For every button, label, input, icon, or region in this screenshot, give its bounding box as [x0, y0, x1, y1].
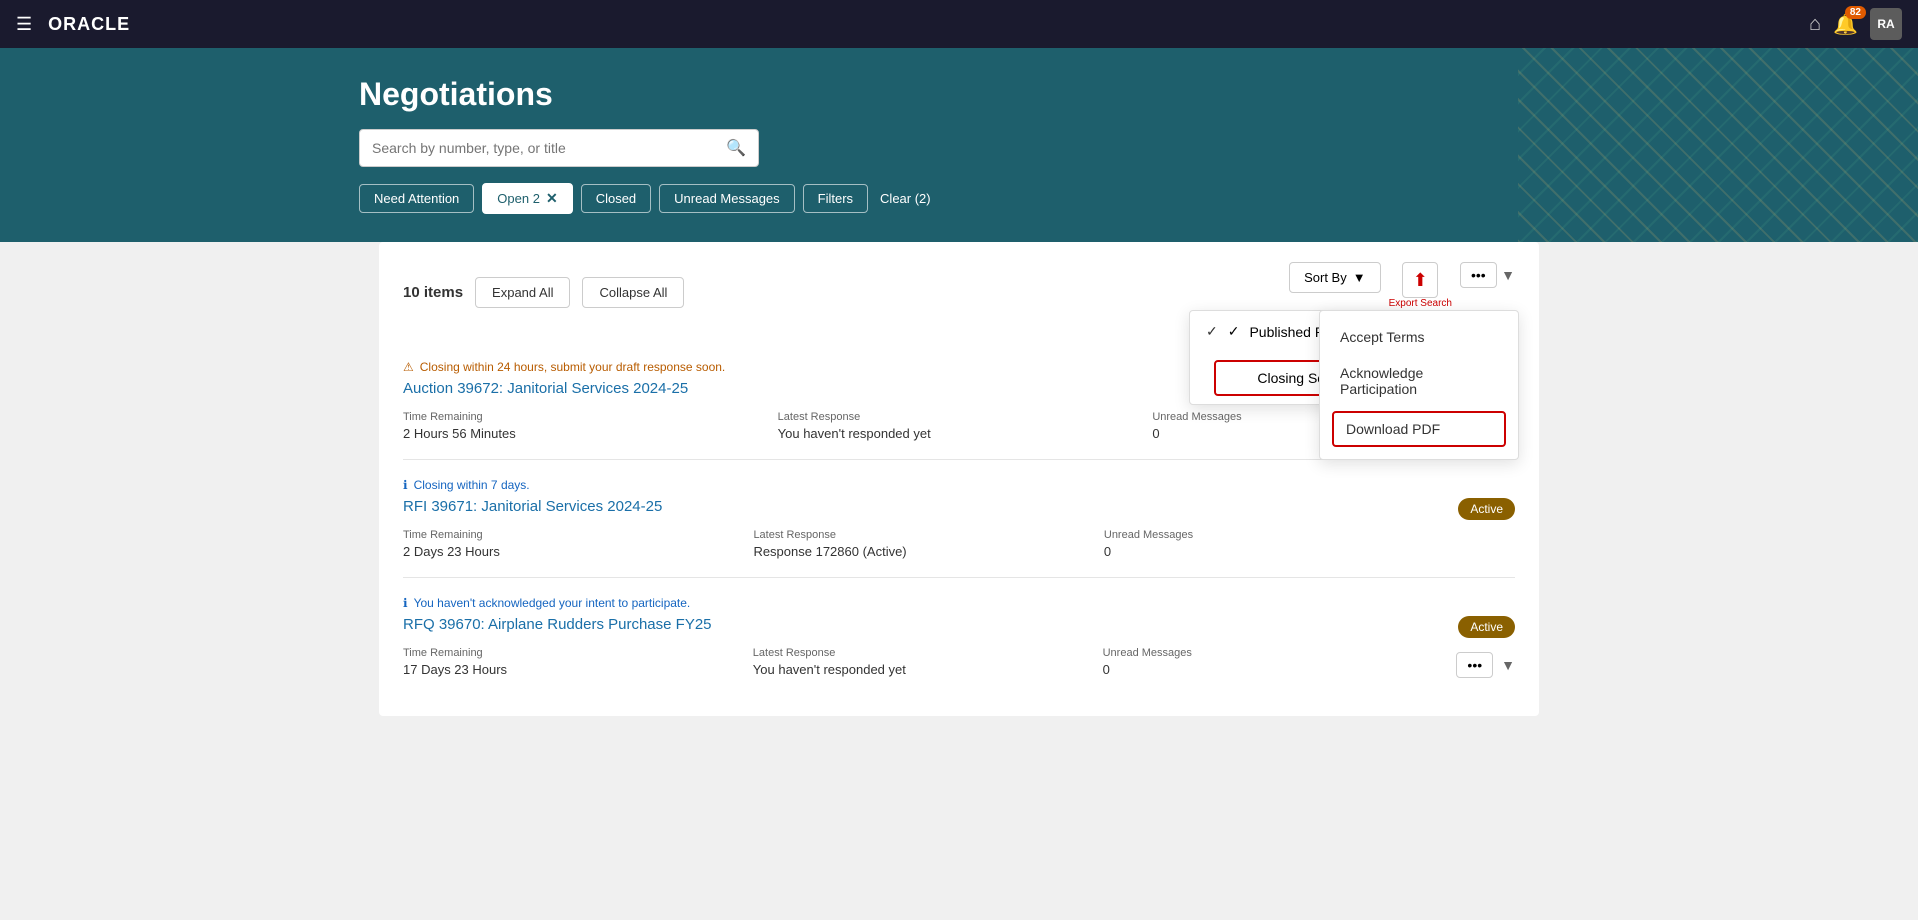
action-download-pdf[interactable]: Download PDF — [1332, 411, 1506, 447]
nav-right: ⌂ 🔔 82 RA — [1809, 8, 1902, 40]
close-open-filter-icon[interactable]: ✕ — [546, 190, 558, 207]
latest-response-label: Latest Response — [778, 411, 1141, 423]
download-arrow-icon: ⬆ — [1413, 270, 1428, 291]
main-content: 10 items Expand All Collapse All Sort By… — [359, 242, 1559, 756]
toolbar-left: 10 items Expand All Collapse All — [403, 277, 684, 308]
filter-closed[interactable]: Closed — [581, 184, 651, 213]
neg-item-header: RFI 39671: Janitorial Services 2024-25 T… — [403, 498, 1515, 559]
unread-label: Unread Messages — [1103, 647, 1441, 659]
neg-item-actions: ••• ▼ — [1456, 652, 1515, 678]
filter-row: Need Attention Open 2 ✕ Closed Unread Me… — [359, 183, 1559, 214]
warning-icon: ⚠ — [403, 360, 414, 374]
sort-by-label: Sort By — [1304, 270, 1347, 285]
actions-dropdown: Accept Terms Acknowledge Participation D… — [1319, 310, 1519, 460]
latest-response-field: Latest Response Response 172860 (Active) — [753, 529, 1091, 559]
time-remaining-value: 2 Hours 56 Minutes — [403, 426, 766, 441]
search-input[interactable] — [372, 140, 718, 156]
neg-title[interactable]: RFQ 39670: Airplane Rudders Purchase FY2… — [403, 616, 1440, 633]
info-icon: ℹ — [403, 596, 408, 610]
latest-response-field: Latest Response You haven't responded ye… — [778, 411, 1141, 441]
neg-alert-info: ℹ Closing within 7 days. — [403, 478, 1515, 492]
filter-filters[interactable]: Filters — [803, 184, 868, 213]
negotiation-item: ℹ You haven't acknowledged your intent t… — [403, 577, 1515, 696]
time-remaining-field: Time Remaining 17 Days 23 Hours — [403, 647, 741, 677]
clear-filters-button[interactable]: Clear (2) — [876, 185, 935, 212]
time-remaining-value: 2 Days 23 Hours — [403, 544, 741, 559]
sort-chevron-icon: ▼ — [1353, 270, 1366, 285]
neg-details: Time Remaining 2 Days 23 Hours Latest Re… — [403, 529, 1442, 559]
latest-response-field: Latest Response You haven't responded ye… — [753, 647, 1091, 677]
neg-details: Time Remaining 17 Days 23 Hours Latest R… — [403, 647, 1440, 677]
nav-left: ☰ ORACLE — [16, 14, 130, 35]
sort-by-button[interactable]: Sort By ▼ — [1289, 262, 1381, 293]
alert-text: Closing within 7 days. — [414, 478, 530, 492]
items-count: 10 items — [403, 284, 463, 301]
notification-badge: 82 — [1845, 6, 1866, 19]
unread-value: 0 — [1103, 662, 1441, 677]
latest-response-label: Latest Response — [753, 529, 1091, 541]
neg-item-header: RFQ 39670: Airplane Rudders Purchase FY2… — [403, 616, 1515, 678]
hero-section: Negotiations 🔍 Need Attention Open 2 ✕ C… — [0, 48, 1918, 242]
alert-text: Closing within 24 hours, submit your dra… — [420, 360, 726, 374]
download-icon[interactable]: ⬆ — [1402, 262, 1438, 298]
time-remaining-label: Time Remaining — [403, 529, 741, 541]
latest-response-label: Latest Response — [753, 647, 1091, 659]
time-remaining-field: Time Remaining 2 Hours 56 Minutes — [403, 411, 766, 441]
oracle-logo: ORACLE — [48, 14, 130, 35]
latest-response-value: You haven't responded yet — [778, 426, 1141, 441]
alert-text: You haven't acknowledged your intent to … — [414, 596, 691, 610]
neg-item-content: RFI 39671: Janitorial Services 2024-25 T… — [403, 498, 1442, 559]
filter-open[interactable]: Open 2 ✕ — [482, 183, 572, 214]
user-avatar[interactable]: RA — [1870, 8, 1902, 40]
neg-title[interactable]: RFI 39671: Janitorial Services 2024-25 — [403, 498, 1442, 515]
status-badge: Active — [1458, 616, 1515, 638]
latest-response-value: Response 172860 (Active) — [753, 544, 1091, 559]
page-title: Negotiations — [359, 76, 1559, 113]
notifications-icon[interactable]: 🔔 82 — [1833, 12, 1858, 37]
neg-alert-info: ℹ You haven't acknowledged your intent t… — [403, 596, 1515, 610]
neg-expand-chevron-icon[interactable]: ▼ — [1501, 657, 1515, 673]
info-icon: ℹ — [403, 478, 408, 492]
expand-all-button[interactable]: Expand All — [475, 277, 570, 308]
action-accept-terms[interactable]: Accept Terms — [1320, 319, 1518, 355]
filter-need-attention[interactable]: Need Attention — [359, 184, 474, 213]
time-remaining-label: Time Remaining — [403, 411, 766, 423]
unread-value: 0 — [1104, 544, 1442, 559]
time-remaining-field: Time Remaining 2 Days 23 Hours — [403, 529, 741, 559]
negotiation-item: ℹ Closing within 7 days. RFI 39671: Jani… — [403, 459, 1515, 577]
hamburger-menu[interactable]: ☰ — [16, 14, 32, 35]
content-card: 10 items Expand All Collapse All Sort By… — [379, 242, 1539, 716]
expand-chevron-icon[interactable]: ▼ — [1501, 267, 1515, 283]
checkmark-icon: ✓ — [1228, 323, 1240, 340]
time-remaining-label: Time Remaining — [403, 647, 741, 659]
search-bar: 🔍 — [359, 129, 759, 167]
unread-messages-field: Unread Messages 0 — [1104, 529, 1442, 559]
neg-actions-dots-button[interactable]: ••• — [1456, 652, 1493, 678]
unread-messages-field: Unread Messages 0 — [1103, 647, 1441, 677]
top-navigation: ☰ ORACLE ⌂ 🔔 82 RA — [0, 0, 1918, 48]
status-badge: Active — [1458, 498, 1515, 520]
actions-dots-button[interactable]: ••• — [1460, 262, 1497, 288]
home-icon[interactable]: ⌂ — [1809, 13, 1821, 36]
collapse-all-button[interactable]: Collapse All — [582, 277, 684, 308]
unread-label: Unread Messages — [1104, 529, 1442, 541]
latest-response-value: You haven't responded yet — [753, 662, 1091, 677]
filter-unread[interactable]: Unread Messages — [659, 184, 795, 213]
neg-item-content: RFQ 39670: Airplane Rudders Purchase FY2… — [403, 616, 1440, 677]
search-icon[interactable]: 🔍 — [726, 138, 746, 158]
action-acknowledge[interactable]: Acknowledge Participation — [1320, 355, 1518, 407]
time-remaining-value: 17 Days 23 Hours — [403, 662, 741, 677]
